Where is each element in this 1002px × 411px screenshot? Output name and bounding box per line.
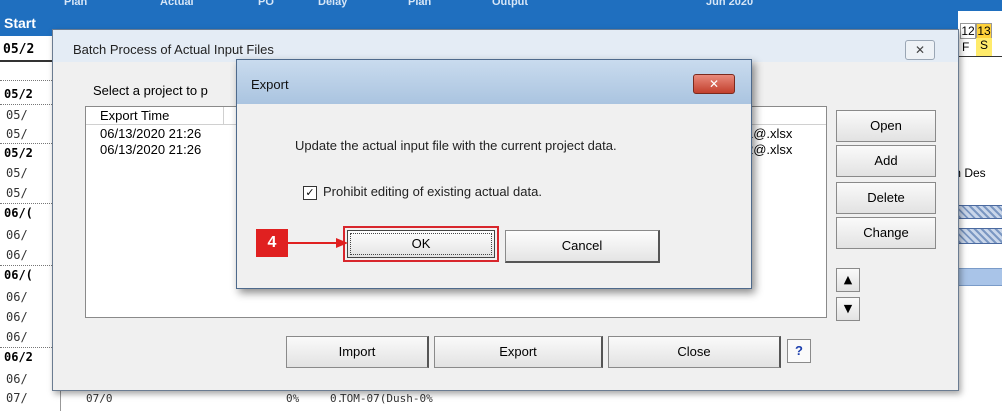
ok-button[interactable]: OK [347, 230, 495, 258]
cancel-button[interactable]: Cancel [505, 230, 660, 263]
header-plan-2: Plan [408, 0, 432, 8]
step-number-badge: 4 [256, 229, 288, 257]
move-down-icon[interactable]: ▼ [836, 297, 860, 321]
list-item-file[interactable]: 1@.xlsx [746, 126, 792, 141]
gantt-summary-bar [958, 228, 1002, 244]
add-button[interactable]: Add [836, 145, 936, 177]
weekday-saturday: S [976, 38, 992, 56]
header-plan: Plan [64, 0, 88, 8]
column-header-export-time[interactable]: Export Time [100, 108, 169, 123]
row-date[interactable]: 05/ [6, 127, 28, 141]
open-button[interactable]: Open [836, 110, 936, 142]
header-month: Jun 2020 [706, 0, 754, 8]
import-button[interactable]: Import [286, 336, 429, 368]
export-body: Update the actual input file with the cu… [239, 104, 749, 286]
column-group-header: Plan Actual PO Delay Plan Output Jun 202… [0, 0, 1002, 11]
dialog-title: Batch Process of Actual Input Files [73, 42, 274, 57]
gantt-summary-bar [958, 205, 1002, 219]
row-date[interactable]: 05/2 [4, 87, 33, 101]
header-start: Start [4, 15, 36, 31]
export-title: Export [251, 77, 289, 92]
close-button[interactable]: Close [608, 336, 781, 368]
dialog-titlebar[interactable]: Batch Process of Actual Input Files ✕ [53, 30, 958, 62]
row-date[interactable]: 06/ [6, 372, 28, 386]
delete-button[interactable]: Delete [836, 182, 936, 214]
row-date[interactable]: 05/ [6, 186, 28, 200]
row-date[interactable]: 06/ [6, 248, 28, 262]
partial-cell: TOM-07(Dush-0% [340, 392, 433, 405]
close-icon[interactable]: ✕ [693, 74, 735, 94]
weekday-friday: F [962, 40, 970, 54]
row-date[interactable]: 06/2 [4, 350, 33, 364]
row-date[interactable]: 05/ [6, 166, 28, 180]
header-po: PO [258, 0, 274, 8]
gantt-weekday-row: F S [958, 38, 1002, 57]
row-date[interactable]: 05/ [6, 108, 28, 122]
row-date[interactable]: 06/ [6, 310, 28, 324]
first-date-text: 05/2 [3, 42, 35, 57]
export-button[interactable]: Export [434, 336, 603, 368]
gantt-day-13: 13 [976, 23, 992, 39]
partial-cell: 07/0 [86, 392, 113, 405]
step-arrow-icon [288, 238, 348, 248]
help-button[interactable]: ? [787, 339, 811, 363]
row-date[interactable]: 06/( [4, 206, 33, 220]
list-item-time[interactable]: 06/13/2020 21:26 [100, 142, 201, 157]
gantt-day-12: 12 [960, 23, 976, 39]
gantt-task-bar [958, 268, 1002, 286]
project-prompt: Select a project to p [93, 83, 208, 98]
partial-row: 07/0 0% 0. TOM-07(Dush-0% [0, 392, 490, 411]
export-message: Update the actual input file with the cu… [295, 138, 617, 153]
column-divider [223, 107, 224, 124]
prohibit-editing-label[interactable]: Prohibit editing of existing actual data… [323, 184, 542, 199]
close-icon[interactable]: ✕ [905, 40, 935, 60]
row-date[interactable]: 05/2 [4, 146, 33, 160]
row-date[interactable]: 06/ [6, 290, 28, 304]
list-item-time[interactable]: 06/13/2020 21:26 [100, 126, 201, 141]
prohibit-editing-checkbox[interactable]: ✓ [303, 186, 317, 200]
row-date[interactable]: 06/ [6, 228, 28, 242]
header-output: Output [492, 0, 529, 8]
header-delay: Delay [318, 0, 348, 8]
row-date[interactable]: 06/ [6, 330, 28, 344]
partial-cell: 0% [286, 392, 300, 405]
change-button[interactable]: Change [836, 217, 936, 249]
gantt-day-header: 12 13 [958, 11, 1002, 39]
export-titlebar[interactable]: Export ✕ [237, 60, 751, 104]
list-item-file[interactable]: 2@.xlsx [746, 142, 792, 157]
row-date[interactable]: 06/( [4, 268, 33, 282]
export-dialog: Export ✕ Update the actual input file wi… [236, 59, 752, 289]
header-actual: Actual [160, 0, 194, 8]
move-up-icon[interactable]: ▲ [836, 268, 860, 292]
